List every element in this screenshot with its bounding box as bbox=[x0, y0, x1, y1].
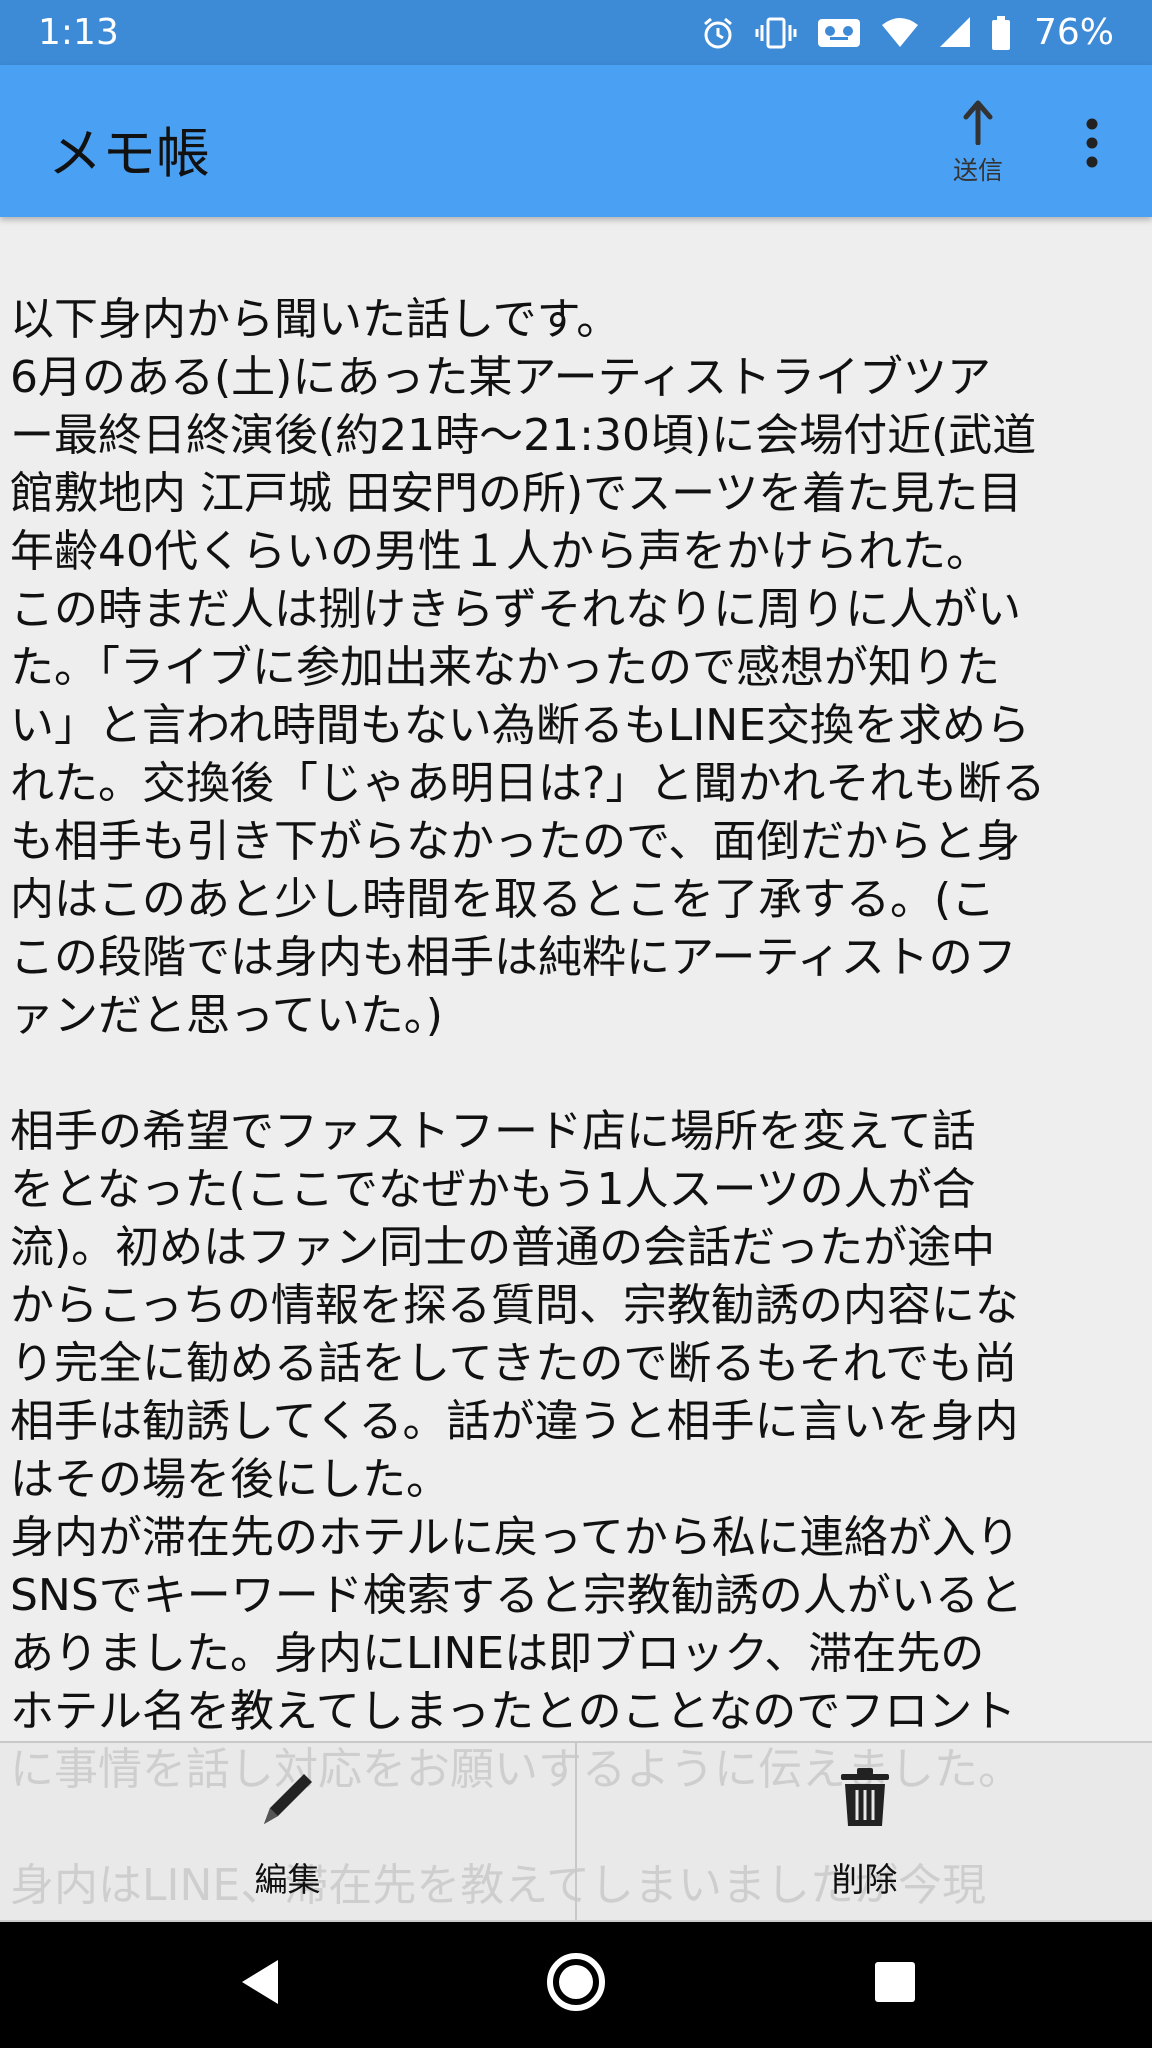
back-triangle-icon bbox=[238, 1958, 282, 2010]
more-options-button[interactable] bbox=[1070, 105, 1114, 185]
send-label: 送信 bbox=[952, 156, 1003, 185]
edit-button[interactable]: 編集 bbox=[0, 1743, 575, 1922]
home-circle-icon bbox=[544, 1950, 608, 2018]
back-button[interactable] bbox=[210, 1920, 310, 2048]
memo-text[interactable]: 以下身内から聞いた話しです。 6月のある(土)にあった某アーティストライブツア … bbox=[10, 291, 1150, 1915]
status-time: 1:13 bbox=[38, 12, 119, 53]
more-vert-icon bbox=[1085, 118, 1099, 172]
alarm-icon bbox=[700, 15, 736, 51]
system-nav-bar bbox=[0, 1920, 1152, 2048]
recents-button[interactable] bbox=[845, 1920, 945, 2048]
recents-square-icon bbox=[873, 1960, 917, 2008]
voicemail-icon bbox=[816, 15, 862, 51]
trash-icon bbox=[837, 1763, 893, 1833]
status-icons: 76% bbox=[700, 12, 1114, 53]
home-button[interactable] bbox=[526, 1920, 626, 2048]
battery-percent: 76% bbox=[1033, 12, 1114, 53]
arrow-up-icon bbox=[960, 99, 996, 149]
edit-label: 編集 bbox=[254, 1860, 321, 1899]
vibrate-icon bbox=[754, 15, 798, 51]
memo-content[interactable]: 以下身内から聞いた話しです。 6月のある(土)にあった某アーティストライブツア … bbox=[0, 217, 1152, 1920]
pencil-icon bbox=[256, 1763, 320, 1833]
app-title: メモ帳 bbox=[48, 122, 210, 185]
cell-signal-icon bbox=[938, 15, 972, 51]
bottom-action-bar: 編集 削除 bbox=[0, 1741, 1152, 1922]
delete-button[interactable]: 削除 bbox=[575, 1743, 1152, 1922]
delete-label: 削除 bbox=[831, 1860, 898, 1899]
status-bar: 1:13 76% bbox=[0, 0, 1152, 65]
app-bar: メモ帳 送信 bbox=[0, 65, 1152, 217]
send-button[interactable]: 送信 bbox=[938, 99, 1018, 209]
battery-icon bbox=[990, 15, 1012, 51]
wifi-icon bbox=[880, 15, 920, 51]
